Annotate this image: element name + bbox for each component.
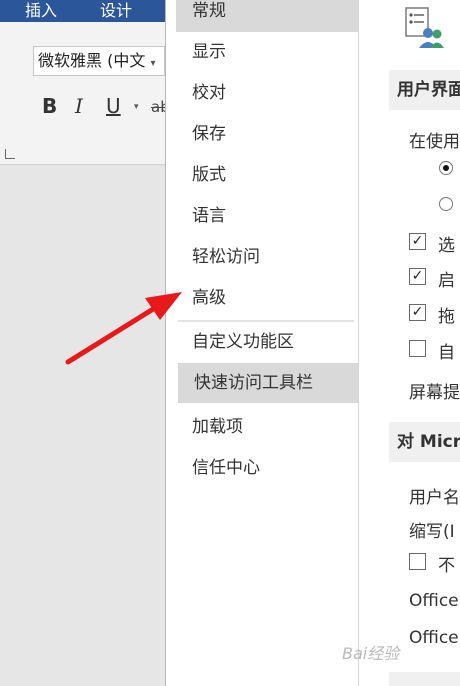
people-settings-icon [405,7,444,48]
watermark-logo: Bai经验 [342,644,400,663]
font-name-dropdown[interactable]: 微软雅黑 (中文 ▾ [33,46,165,76]
underline-dropdown-icon[interactable]: ▾ [134,102,139,112]
checkbox-1-label: 选 [438,236,455,256]
checkbox-5[interactable] [409,553,426,570]
screen-tip-label: 屏幕提 [409,383,460,403]
chevron-down-icon: ▾ [150,58,156,69]
tab-design[interactable]: 设计 [100,0,132,21]
section-header-partial [389,672,460,686]
document-area [0,165,165,686]
radio-option-2[interactable] [439,197,453,211]
nav-item-advanced[interactable]: 高级 [176,278,358,318]
username-label: 用户名 [409,488,460,508]
nav-item-layout[interactable]: 版式 [176,155,358,195]
section-header-microsoft: 对 Micr [389,422,460,462]
checkbox-1[interactable]: ✓ [409,233,426,250]
office-theme-label: Office [409,628,459,648]
checkbox-3[interactable]: ✓ [409,304,426,321]
dialog-launcher-icon[interactable] [5,149,15,159]
dialog-border [165,0,176,686]
nav-item-display[interactable]: 显示 [176,32,358,72]
options-nav: 常规 显示 校对 保存 版式 语言 轻松访问 高级 自定义功能区 快速访问工具栏… [176,0,359,686]
italic-button[interactable]: I [75,94,83,118]
nav-item-proofing[interactable]: 校对 [176,73,358,113]
nav-item-language[interactable]: 语言 [176,196,358,236]
nav-item-accessibility[interactable]: 轻松访问 [176,237,358,277]
section-header-ui: 用户界面 [389,70,460,110]
initials-label: 缩写(I [409,522,455,542]
ribbon-tab-bar: 插入 设计 [0,0,165,22]
checkbox-3-label: 拖 [438,307,455,327]
checkbox-2-label: 启 [438,271,455,291]
ribbon-panel: 微软雅黑 (中文 ▾ B I U ▾ ab [0,22,170,165]
nav-item-general[interactable]: 常规 [176,0,358,32]
bold-button[interactable]: B [42,94,57,118]
when-using-label: 在使用 [409,132,460,152]
office-background-label: Office [409,591,459,611]
font-name-value: 微软雅黑 (中文 [38,51,146,70]
tab-insert[interactable]: 插入 [25,0,57,21]
underline-button[interactable]: U [106,94,121,118]
checkbox-5-label: 不 [438,556,455,576]
nav-item-quick-access-toolbar[interactable]: 快速访问工具栏 [178,363,358,403]
checkbox-4[interactable] [409,340,426,357]
nav-item-trust-center[interactable]: 信任中心 [176,448,358,488]
nav-item-addins[interactable]: 加载项 [176,407,358,447]
checkbox-4-label: 自 [438,343,455,363]
options-content: 用户界面 在使用 ✓ 选 ✓ 启 ✓ 拖 自 屏幕提 对 Micr 用户名 缩写… [359,0,460,686]
nav-item-customize-ribbon[interactable]: 自定义功能区 [176,322,358,362]
radio-option-1[interactable] [439,161,453,175]
checkbox-2[interactable]: ✓ [409,268,426,285]
nav-item-save[interactable]: 保存 [176,114,358,154]
